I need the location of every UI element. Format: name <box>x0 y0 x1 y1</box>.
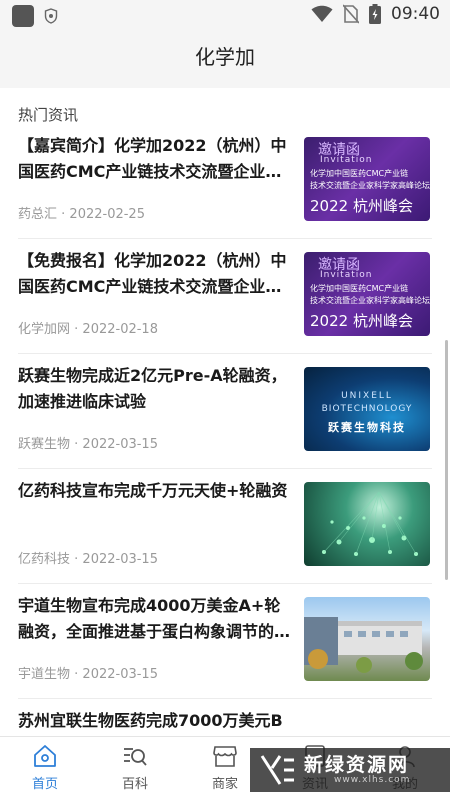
news-date: 2022-03-15 <box>82 437 158 452</box>
news-thumbnail[interactable]: 邀请函 Invitation 化学加中国医药CMC产业链 技术交流暨企业家科学家… <box>304 137 430 221</box>
news-source: 化学加网 <box>18 322 71 337</box>
news-meta: 跃赛生物 · 2022-03-15 <box>18 433 158 452</box>
news-title[interactable]: 【免费报名】化学加2022（杭州）中国医药CMC产业链技术交流暨企业… <box>18 248 290 300</box>
news-meta: 药总汇 · 2022-02-25 <box>18 203 145 222</box>
tab-label: 首页 <box>31 777 58 792</box>
home-icon <box>34 745 56 767</box>
watermark-logo-icon <box>260 755 294 785</box>
news-item[interactable]: 跃赛生物完成近2亿元Pre-A轮融资，加速推进临床试验 跃赛生物 · 2022-… <box>18 355 432 469</box>
news-source: 宇道生物 <box>18 667 71 682</box>
news-thumbnail[interactable]: UNIXELL BIOTECHNOLOGY 跃赛生物科技 <box>304 367 430 451</box>
app-notification-icon <box>12 5 34 27</box>
battery-charging-icon <box>369 4 381 24</box>
news-source: 药总汇 <box>18 207 58 222</box>
watermark-text: 新绿资源网 <box>304 754 410 776</box>
fiber-optic-image <box>322 491 418 556</box>
thumb-invite-sub: Invitation <box>320 270 373 280</box>
news-item[interactable]: 宇道生物宣布完成4000万美金A+轮融资，全面推进基于蛋白构象调节的… 宇道生物… <box>18 585 432 699</box>
news-meta: 宇道生物 · 2022-03-15 <box>18 663 158 682</box>
status-left <box>12 5 58 27</box>
thumb-line-3: 2022 杭州峰会 <box>310 197 413 215</box>
news-date: 2022-02-25 <box>69 207 145 222</box>
shield-icon <box>44 8 58 24</box>
news-meta: 化学加网 · 2022-02-18 <box>18 318 158 337</box>
thumb-line-2: 技术交流暨企业家科学家高峰论坛 <box>310 296 430 305</box>
news-thumbnail[interactable] <box>304 482 430 566</box>
news-thumbnail[interactable] <box>304 597 430 681</box>
thumb-line-3: 2022 杭州峰会 <box>310 312 413 330</box>
news-item[interactable]: 【嘉宾简介】化学加2022（杭州）中国医药CMC产业链技术交流暨企业… 药总汇 … <box>18 125 432 239</box>
news-meta: 亿药科技 · 2022-03-15 <box>18 548 158 567</box>
section-title: 热门资讯 <box>18 106 79 124</box>
scrollbar[interactable] <box>445 340 448 580</box>
building-image <box>304 617 423 673</box>
news-item[interactable]: 亿药科技宣布完成千万元天使+轮融资 亿药科技 · 2022-03-15 <box>18 470 432 584</box>
thumb-invite-sub: Invitation <box>320 155 373 165</box>
tab-encyclopedia[interactable]: 百科 <box>100 743 170 792</box>
no-sim-icon <box>343 4 359 24</box>
news-date: 2022-02-18 <box>82 322 158 337</box>
store-icon <box>213 746 237 767</box>
status-right: 09:40 <box>311 4 440 24</box>
news-source: 跃赛生物 <box>18 437 71 452</box>
status-time: 09:40 <box>391 4 440 24</box>
app-header: 化学加 <box>0 32 450 88</box>
news-title[interactable]: 宇道生物宣布完成4000万美金A+轮融资，全面推进基于蛋白构象调节的… <box>18 593 290 645</box>
thumb-line-1: 化学加中国医药CMC产业链 <box>310 169 409 178</box>
news-title[interactable]: 跃赛生物完成近2亿元Pre-A轮融资，加速推进临床试验 <box>18 363 290 415</box>
news-date: 2022-03-15 <box>82 667 158 682</box>
wifi-icon <box>311 5 333 22</box>
news-source: 亿药科技 <box>18 552 71 567</box>
news-item[interactable]: 【免费报名】化学加2022（杭州）中国医药CMC产业链技术交流暨企业… 化学加网… <box>18 240 432 354</box>
page-title: 化学加 <box>195 45 255 69</box>
thumb-line-1: 化学加中国医药CMC产业链 <box>310 284 409 293</box>
news-date: 2022-03-15 <box>82 552 158 567</box>
news-thumbnail[interactable]: 邀请函 Invitation 化学加中国医药CMC产业链 技术交流暨企业家科学家… <box>304 252 430 336</box>
thumb-line-2: BIOTECHNOLOGY <box>321 404 413 414</box>
status-bar: 09:40 <box>0 0 450 32</box>
thumb-line-3: 跃赛生物科技 <box>328 421 406 434</box>
news-title[interactable]: 【嘉宾简介】化学加2022（杭州）中国医药CMC产业链技术交流暨企业… <box>18 133 290 185</box>
news-title[interactable]: 亿药科技宣布完成千万元天使+轮融资 <box>18 478 290 530</box>
thumb-line-1: UNIXELL <box>341 391 393 401</box>
encyclopedia-search-icon <box>124 748 147 766</box>
watermark-url: www.xlhs.com <box>334 775 411 785</box>
watermark: 新绿资源网 www.xlhs.com <box>250 748 450 792</box>
tab-home[interactable]: 首页 <box>10 743 80 792</box>
tab-label: 百科 <box>121 777 148 792</box>
thumb-line-2: 技术交流暨企业家科学家高峰论坛 <box>310 181 430 190</box>
